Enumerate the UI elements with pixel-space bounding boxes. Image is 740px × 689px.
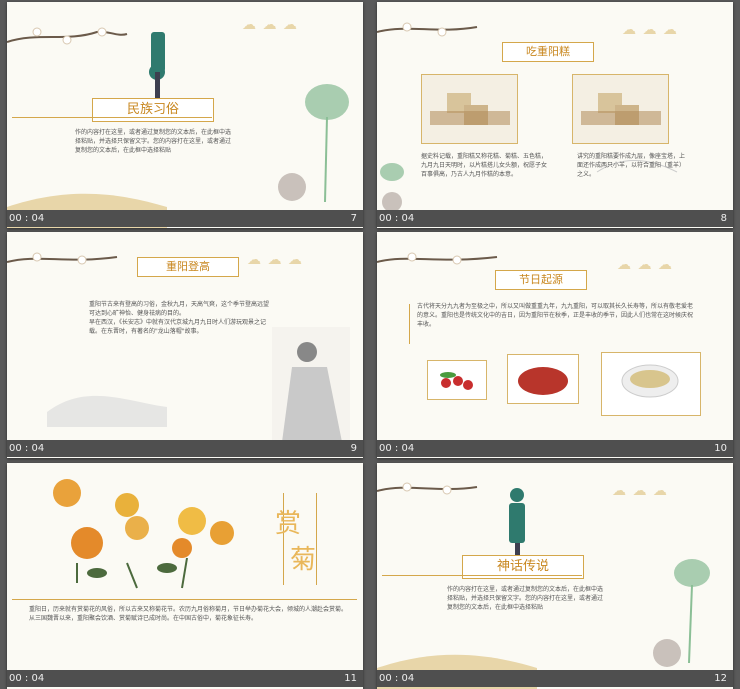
goji-icon <box>440 372 473 390</box>
cloud-pattern: ☁ ☁ ☁ <box>622 22 678 38</box>
slide-number: 11 <box>344 673 357 684</box>
title-underline <box>382 575 582 576</box>
timer-label: 00 : 04 <box>9 673 45 684</box>
bracket-left <box>409 304 410 344</box>
timer-label: 00 : 04 <box>9 443 45 454</box>
timer-label: 00 : 04 <box>379 213 415 224</box>
cloud-pattern: ☁ ☁ ☁ <box>617 257 673 273</box>
body-frame-top <box>12 599 357 600</box>
title-char-2[interactable]: 菊 <box>290 539 316 576</box>
body-right: 讲究的重阳糕要作成九层，像座宝塔，上面还作成两只小羊，以符合重阳（重羊）之义。 <box>577 153 686 178</box>
slide-7[interactable]: ☁ ☁ ☁ 民族习俗 作的内容打在这里，或者通过复制您的文本后，在此框中选择粘贴… <box>7 2 363 228</box>
soup-icon <box>621 364 679 398</box>
cloud-pattern: ☁ ☁ ☁ <box>247 252 303 268</box>
body-left: 据史料记载，重阳糕又称花糕、菊糕、五色糕，九月九日天明时，以片糕搭儿女头额，祝愿… <box>421 153 548 178</box>
soup-photo <box>601 352 701 416</box>
title-char-1[interactable]: 赏 <box>275 503 301 540</box>
slide-number: 9 <box>350 443 357 454</box>
title-underline <box>12 117 212 118</box>
cloud-pattern: ☁ ☁ ☁ <box>612 483 668 499</box>
cloud-pattern: ☁ ☁ ☁ <box>242 17 298 33</box>
slide-body: 作的内容打在这里，或者通过复制您的文本后，在此框中选择粘贴，并选择只保留文字。您… <box>75 129 232 154</box>
slide-number: 12 <box>714 673 727 684</box>
cake-icon <box>573 75 668 143</box>
cake-photo-right <box>572 74 669 144</box>
cake-photo-left <box>421 74 518 144</box>
slide-title[interactable]: 吃重阳糕 <box>502 42 594 62</box>
timer-label: 00 : 04 <box>9 213 45 224</box>
slide-8[interactable]: ☁ ☁ ☁ 吃重阳糕 据史料记载，重阳糕又称花糕、菊糕、五色糕，九月九日天明时，… <box>377 2 733 228</box>
slide-title[interactable]: 重阳登高 <box>137 257 239 277</box>
slide-number: 10 <box>714 443 727 454</box>
slide-footer-12: 00 : 04 12 <box>377 670 733 687</box>
timer-label: 00 : 04 <box>379 673 415 684</box>
decoration <box>377 252 498 265</box>
slide-title[interactable]: 节日起源 <box>495 270 587 290</box>
slide-body: 重阳日，历来就有赏菊花的风俗，所以古来又称菊花节。农历九月俗称菊月，节日举办菊花… <box>29 606 348 622</box>
chrysanthemum-illustration <box>53 479 234 589</box>
slide-9[interactable]: ☁ ☁ ☁ 重阳登高 重阳节古来有登高的习俗，金秋九月，天高气爽，这个季节登高远… <box>7 232 363 458</box>
slide-body: 重阳节古来有登高的习俗，金秋九月，天高气爽，这个季节登高远望可达到心旷神怡、健身… <box>89 301 270 335</box>
slide-footer-8: 00 : 04 8 <box>377 210 733 227</box>
dates-icon <box>518 367 568 395</box>
slide-title[interactable]: 民族习俗 <box>92 98 214 122</box>
frame-right <box>316 493 317 585</box>
slide-body: 作的内容打在这里，或者通过复制您的文本后，在此框中选择粘贴，并选择只保留文字。您… <box>447 586 604 611</box>
slide-12[interactable]: ☁ ☁ ☁ 神话传说 作的内容打在这里，或者通过复制您的文本后，在此框中选择粘贴… <box>377 463 733 689</box>
slide-footer-9: 00 : 04 9 <box>7 440 363 457</box>
cake-icon <box>422 75 517 143</box>
slide-11[interactable]: 赏 菊 重阳日，历来就有赏菊花的风俗，所以古来又称菊花节。农历九月俗称菊月，节日… <box>7 463 363 689</box>
slide-body: 古代将天分九九者为至极之中，所以又叫做重重九年，九九重阳，可以取其长久长寿等，所… <box>417 303 694 328</box>
slide-footer-10: 00 : 04 10 <box>377 440 733 457</box>
slide-10[interactable]: ☁ ☁ ☁ 节日起源 古代将天分九九者为至极之中，所以又叫做重重九年，九九重阳，… <box>377 232 733 458</box>
slide-number: 8 <box>720 213 727 224</box>
timer-label: 00 : 04 <box>379 443 415 454</box>
slide-footer-11: 00 : 04 11 <box>7 670 363 687</box>
goji-photo <box>427 360 487 400</box>
dates-photo <box>507 354 579 404</box>
slide-number: 7 <box>350 213 357 224</box>
slide-footer-7: 00 : 04 7 <box>7 210 363 227</box>
